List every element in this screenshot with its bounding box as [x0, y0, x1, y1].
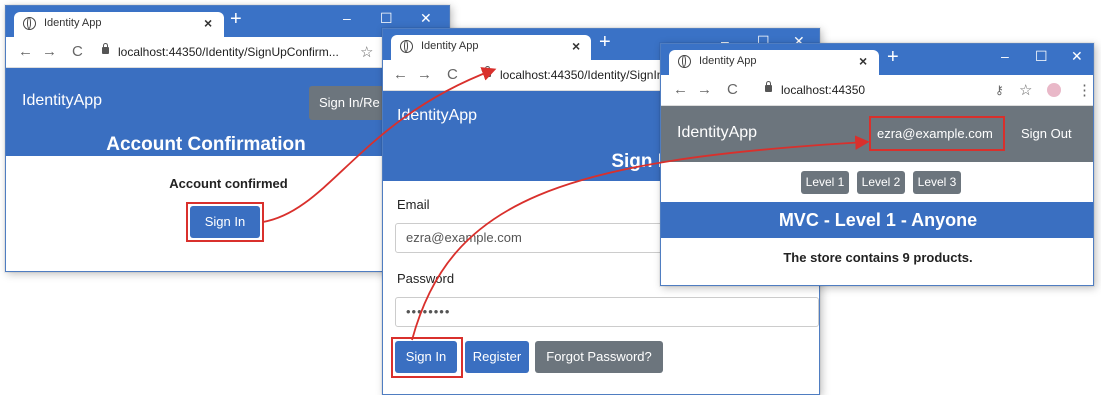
close-window-icon[interactable]: ✕	[420, 10, 432, 27]
menu-dots-icon[interactable]: ⋮	[1077, 81, 1092, 99]
url-text[interactable]: localhost:44350	[781, 83, 865, 97]
globe-icon	[400, 40, 413, 53]
reload-icon[interactable]: C	[72, 43, 83, 60]
maximize-icon[interactable]: ☐	[1035, 48, 1048, 65]
page-heading: Account Confirmation	[106, 134, 306, 155]
globe-icon	[23, 17, 36, 30]
forward-arrow-icon[interactable]: →	[417, 66, 432, 83]
lock-icon	[765, 81, 772, 92]
new-tab-icon[interactable]: +	[599, 32, 611, 52]
level-1-button[interactable]: Level 1	[801, 171, 849, 194]
highlight-box	[186, 202, 264, 242]
tab-title: Identity App	[44, 17, 102, 29]
key-icon[interactable]: ⚷	[995, 83, 1004, 97]
browser-tab[interactable]: Identity App ×	[669, 50, 879, 75]
title-bar: Identity App × + – ☐ ✕	[661, 44, 1093, 75]
tab-title: Identity App	[421, 40, 479, 52]
forward-arrow-icon[interactable]: →	[697, 81, 712, 98]
extension-icon[interactable]	[1047, 83, 1061, 97]
brand[interactable]: IdentityApp	[397, 107, 477, 125]
page-heading: MVC - Level 1 - Anyone	[778, 210, 978, 230]
reload-icon[interactable]: C	[727, 81, 738, 98]
maximize-icon[interactable]: ☐	[380, 10, 393, 27]
address-bar: ← → C localhost:44350 ⚷ ☆ ⋮	[661, 75, 1093, 106]
highlight-box	[391, 337, 463, 378]
close-tab-icon[interactable]: ×	[204, 15, 212, 31]
register-button[interactable]: Register	[465, 341, 529, 373]
password-field[interactable]: ••••••••	[395, 297, 819, 327]
email-label: Email	[397, 197, 430, 212]
url-text[interactable]: localhost:44350/Identity/SignIn	[500, 68, 663, 82]
browser-tab[interactable]: Identity App ×	[14, 12, 224, 37]
page-heading-bar: MVC - Level 1 - Anyone	[661, 202, 1093, 238]
minimize-icon[interactable]: –	[343, 10, 351, 26]
new-tab-icon[interactable]: +	[230, 9, 242, 29]
close-tab-icon[interactable]: ×	[859, 53, 867, 69]
back-arrow-icon[interactable]: ←	[673, 81, 688, 98]
level-2-button[interactable]: Level 2	[857, 171, 905, 194]
minimize-icon[interactable]: –	[1001, 48, 1009, 64]
brand[interactable]: IdentityApp	[677, 124, 757, 142]
lock-icon	[102, 43, 109, 54]
forgot-password-button[interactable]: Forgot Password?	[535, 341, 663, 373]
brand[interactable]: IdentityApp	[22, 92, 102, 110]
app-navbar: IdentityApp ezra@example.com Sign Out	[661, 106, 1093, 162]
close-window-icon[interactable]: ✕	[1071, 48, 1083, 65]
back-arrow-icon[interactable]: ←	[18, 43, 33, 60]
browser-window-store: Identity App × + – ☐ ✕ ← → C localhost:4…	[660, 43, 1094, 286]
sign-out-link[interactable]: Sign Out	[1021, 126, 1072, 141]
highlight-box	[869, 116, 1005, 151]
globe-icon	[678, 55, 691, 68]
bookmark-star-icon[interactable]: ☆	[360, 43, 373, 61]
close-tab-icon[interactable]: ×	[572, 38, 580, 54]
reload-icon[interactable]: C	[447, 66, 458, 83]
password-label: Password	[397, 271, 455, 286]
new-tab-icon[interactable]: +	[887, 47, 899, 67]
back-arrow-icon[interactable]: ←	[393, 66, 408, 83]
tab-title: Identity App	[699, 55, 757, 67]
browser-tab[interactable]: Identity App ×	[391, 35, 591, 60]
url-text[interactable]: localhost:44350/Identity/SignUpConfirm..…	[118, 45, 339, 59]
lock-icon	[484, 66, 491, 77]
forward-arrow-icon[interactable]: →	[42, 43, 57, 60]
bookmark-star-icon[interactable]: ☆	[1019, 81, 1032, 99]
store-message: The store contains 9 products.	[783, 250, 973, 265]
level-3-button[interactable]: Level 3	[913, 171, 961, 194]
